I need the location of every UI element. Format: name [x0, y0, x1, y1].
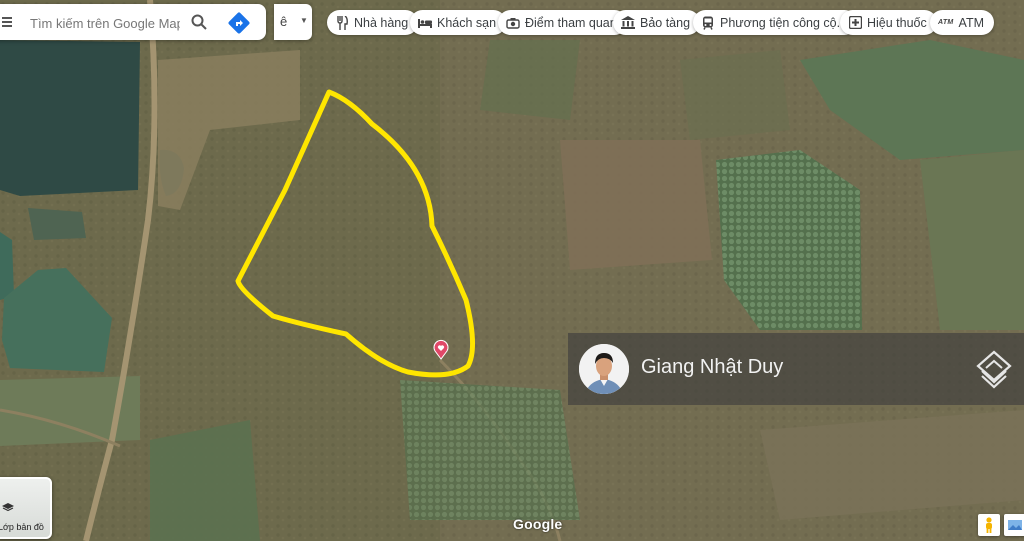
imagery-thumbnail-button[interactable] — [1004, 514, 1024, 536]
chip-label: Khách sạn — [437, 15, 497, 30]
chip-restaurants[interactable]: Nhà hàng — [327, 10, 419, 35]
chip-transit[interactable]: Phương tiện công cộ... — [693, 10, 858, 35]
image-gallery-icon — [1008, 520, 1022, 530]
chip-label: Nhà hàng — [354, 15, 409, 30]
museum-icon — [621, 16, 635, 30]
chip-label: Phương tiện công cộ... — [720, 15, 848, 30]
layers-button[interactable]: Lớp bản đồ — [0, 477, 52, 539]
chip-atm[interactable]: ATM ATM — [930, 10, 995, 35]
pegman-button[interactable] — [978, 514, 1000, 536]
owner-name: Giang Nhật Duy — [641, 356, 784, 378]
menu-icon[interactable] — [2, 17, 12, 27]
owner-watermark: Giang Nhật Duy — [568, 333, 1024, 405]
input-language-label: ê — [280, 14, 288, 29]
chip-label: Điểm tham quan — [525, 15, 617, 30]
avatar — [579, 344, 629, 394]
chip-museums[interactable]: Bảo tàng — [613, 10, 701, 35]
pharmacy-icon — [848, 16, 862, 30]
layers-label: Lớp bản đồ — [0, 522, 44, 532]
transit-icon — [701, 16, 715, 30]
chip-hotels[interactable]: Khách sạn — [410, 10, 507, 35]
search-icon[interactable] — [190, 13, 208, 31]
hotel-icon — [418, 16, 432, 30]
atm-icon: ATM — [938, 19, 954, 26]
google-logo: Google — [513, 516, 563, 532]
chip-pharmacies[interactable]: Hiệu thuốc — [840, 10, 937, 35]
restaurant-icon — [335, 15, 349, 30]
satellite-map[interactable] — [0, 0, 1024, 541]
layers-icon — [2, 503, 14, 512]
pegman-icon — [986, 517, 992, 533]
search-box — [0, 4, 266, 40]
camera-icon — [506, 16, 520, 30]
directions-icon[interactable] — [228, 12, 250, 34]
caret-down-icon: ▼ — [300, 16, 308, 25]
chip-label: ATM — [958, 15, 985, 30]
search-input[interactable] — [28, 12, 182, 34]
stacked-layers-logo-icon — [976, 350, 1012, 389]
chip-label: Hiệu thuốc — [867, 15, 927, 30]
chip-attractions[interactable]: Điểm tham quan — [498, 10, 627, 35]
input-language-button[interactable]: ê ▼ — [274, 4, 312, 40]
chip-label: Bảo tàng — [640, 15, 691, 30]
